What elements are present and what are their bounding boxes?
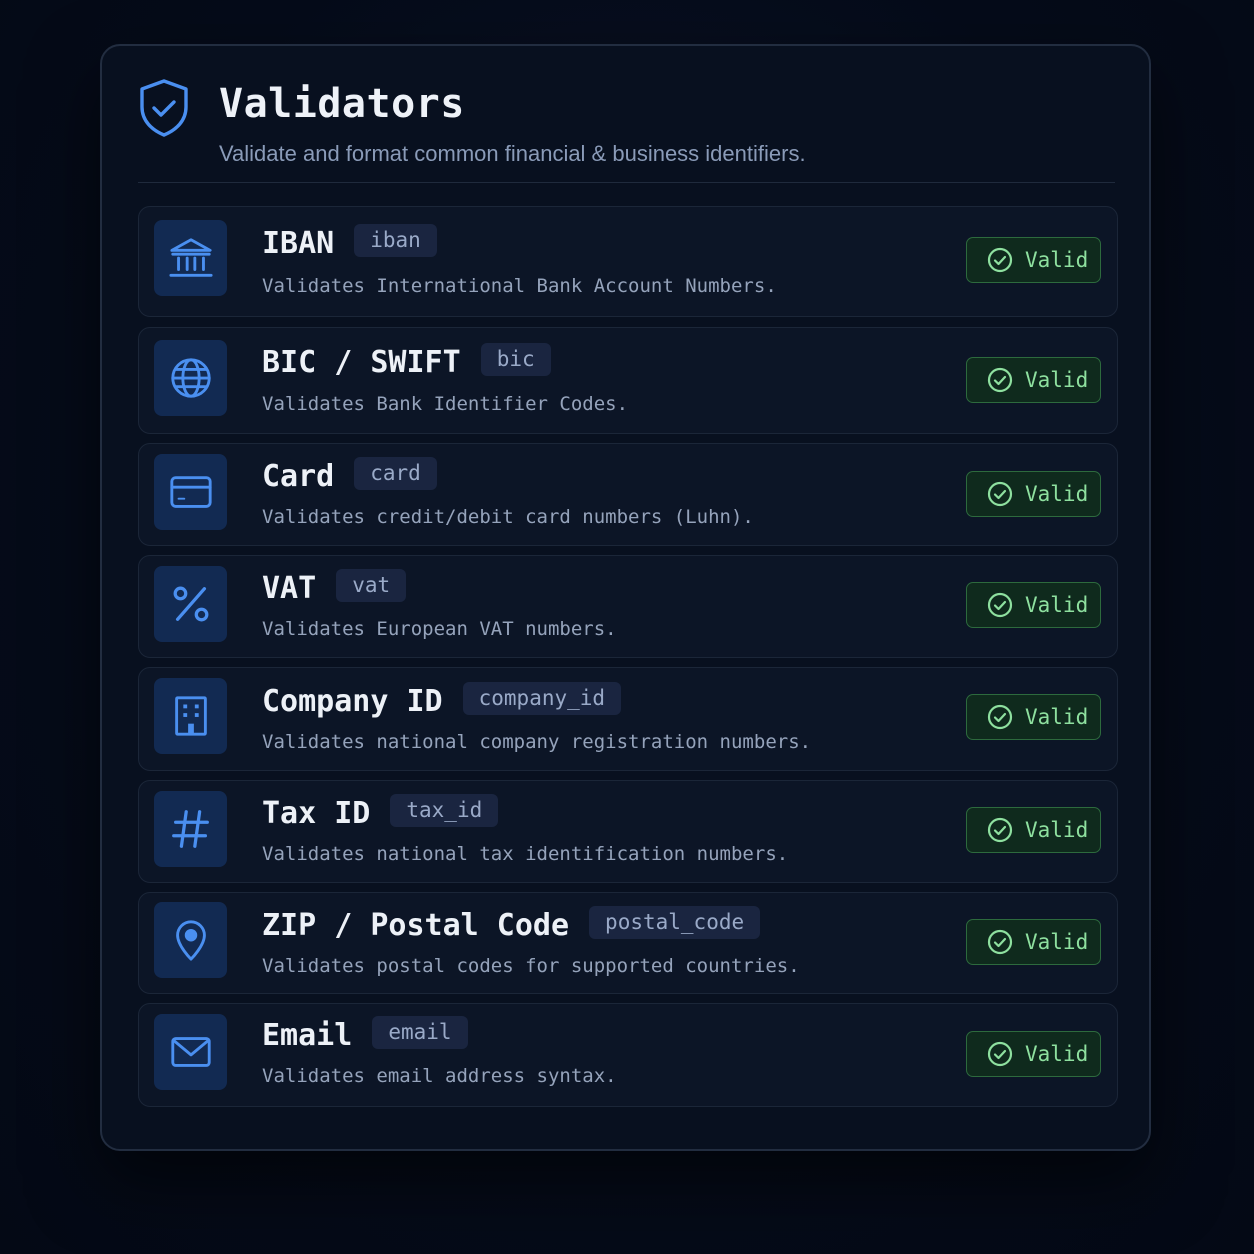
validator-row-vat[interactable]: VAT vat Validates European VAT numbers. V… xyxy=(138,555,1118,658)
check-circle-icon xyxy=(987,704,1013,730)
valid-status-badge[interactable]: Valid xyxy=(966,237,1101,283)
validator-key-tag: vat xyxy=(336,569,407,602)
validator-description: Validates postal codes for supported cou… xyxy=(262,955,800,977)
validator-icon-box xyxy=(154,1014,227,1090)
validator-icon-box xyxy=(154,340,227,416)
validator-name: IBAN xyxy=(262,226,335,261)
validator-key-tag: bic xyxy=(480,343,551,376)
credit-card-icon xyxy=(169,476,212,508)
validator-description: Validates International Bank Account Num… xyxy=(262,275,777,297)
validator-name: Email xyxy=(262,1018,353,1053)
status-label: Valid xyxy=(1025,1042,1089,1066)
status-label: Valid xyxy=(1025,368,1089,392)
validator-key-tag: postal_code xyxy=(589,906,761,939)
validator-name: VAT xyxy=(262,571,317,606)
validator-row-bic[interactable]: BIC / SWIFT bic Validates Bank Identifier… xyxy=(138,327,1118,434)
bank-icon xyxy=(168,238,213,277)
validator-icon-box xyxy=(154,902,227,978)
globe-icon xyxy=(170,358,211,398)
validator-key-tag: email xyxy=(372,1016,468,1049)
valid-status-badge[interactable]: Valid xyxy=(966,807,1101,853)
valid-status-badge[interactable]: Valid xyxy=(966,1031,1101,1077)
validator-icon-box xyxy=(154,678,227,754)
validator-name: BIC / SWIFT xyxy=(262,345,461,380)
validator-description: Validates Bank Identifier Codes. xyxy=(262,393,629,415)
validator-description: Validates email address syntax. xyxy=(262,1065,617,1087)
validator-description: Validates European VAT numbers. xyxy=(262,618,617,640)
status-label: Valid xyxy=(1025,248,1089,272)
hash-icon xyxy=(171,810,209,848)
validator-key-tag: company_id xyxy=(462,682,622,715)
check-circle-icon xyxy=(987,1041,1013,1067)
validator-key-tag: tax_id xyxy=(390,794,499,827)
validator-row-tax-id[interactable]: Tax ID tax_id Validates national tax iden… xyxy=(138,780,1118,883)
validator-key-tag: card xyxy=(354,457,437,490)
check-circle-icon xyxy=(987,929,1013,955)
check-circle-icon xyxy=(987,367,1013,393)
validators-panel: Validators Validate and format common fi… xyxy=(100,44,1151,1151)
check-circle-icon xyxy=(987,592,1013,618)
mail-icon xyxy=(170,1037,211,1067)
status-label: Valid xyxy=(1025,482,1089,506)
validator-description: Validates credit/debit card numbers (Luh… xyxy=(262,506,754,528)
valid-status-badge[interactable]: Valid xyxy=(966,582,1101,628)
validator-name: Company ID xyxy=(262,684,443,719)
panel-header: Validators Validate and format common fi… xyxy=(138,76,1115,183)
validator-icon-box xyxy=(154,454,227,530)
validator-row-company-id[interactable]: Company ID company_id Validates national … xyxy=(138,667,1118,771)
page-subtitle: Validate and format common financial & b… xyxy=(219,141,806,166)
valid-status-badge[interactable]: Valid xyxy=(966,471,1101,517)
shield-check-icon xyxy=(140,79,188,137)
map-pin-icon xyxy=(175,920,206,961)
valid-status-badge[interactable]: Valid xyxy=(966,357,1101,403)
validator-name: ZIP / Postal Code xyxy=(262,908,570,943)
validator-icon-box xyxy=(154,791,227,867)
building-icon xyxy=(174,696,207,736)
check-circle-icon xyxy=(987,817,1013,843)
status-label: Valid xyxy=(1025,705,1089,729)
validator-row-iban[interactable]: IBAN iban Validates International Bank Ac… xyxy=(138,206,1118,317)
status-label: Valid xyxy=(1025,818,1089,842)
validator-row-email[interactable]: Email email Validates email address synta… xyxy=(138,1003,1118,1107)
status-label: Valid xyxy=(1025,930,1089,954)
validator-name: Tax ID xyxy=(262,796,371,831)
validator-icon-box xyxy=(154,566,227,642)
validator-icon-box xyxy=(154,220,227,296)
validator-description: Validates national tax identification nu… xyxy=(262,843,789,865)
check-circle-icon xyxy=(987,481,1013,507)
validator-name: Card xyxy=(262,459,335,494)
valid-status-badge[interactable]: Valid xyxy=(966,694,1101,740)
validator-row-card[interactable]: Card card Validates credit/debit card num… xyxy=(138,443,1118,546)
validator-description: Validates national company registration … xyxy=(262,731,812,753)
valid-status-badge[interactable]: Valid xyxy=(966,919,1101,965)
page-title: Validators xyxy=(219,81,465,127)
status-label: Valid xyxy=(1025,593,1089,617)
percent-icon xyxy=(173,586,208,622)
check-circle-icon xyxy=(987,247,1013,273)
validator-key-tag: iban xyxy=(354,224,437,257)
validator-row-postal-code[interactable]: ZIP / Postal Code postal_code Validates p… xyxy=(138,892,1118,994)
